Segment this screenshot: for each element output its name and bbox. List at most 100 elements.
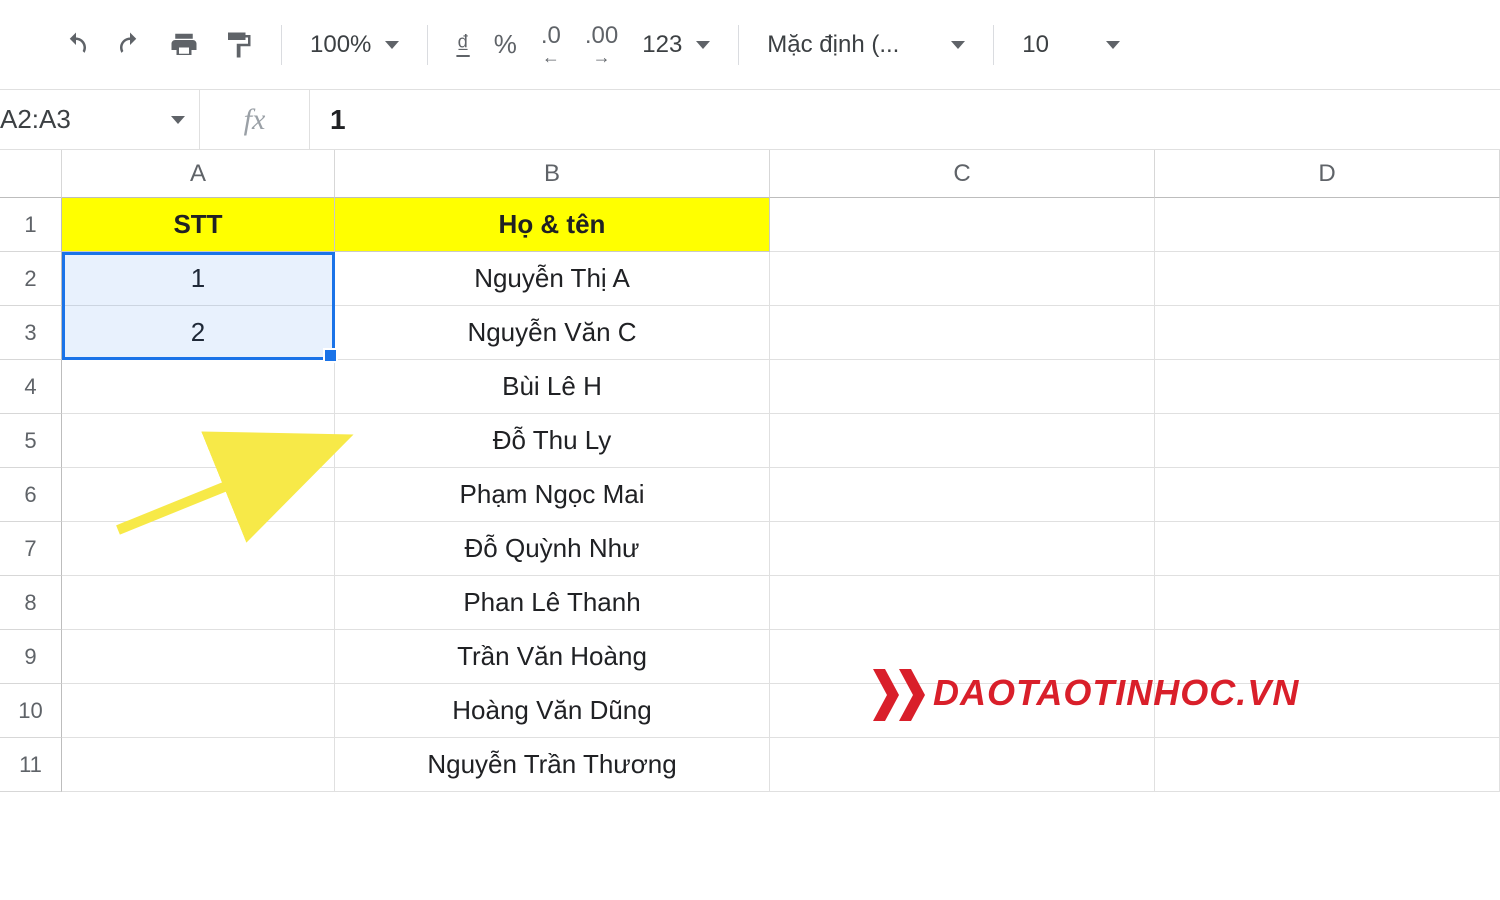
cell-D7[interactable] bbox=[1155, 522, 1500, 576]
cell-C4[interactable] bbox=[770, 360, 1155, 414]
row-header[interactable]: 4 bbox=[0, 360, 62, 414]
cell-A1[interactable]: STT bbox=[62, 198, 335, 252]
cell-C5[interactable] bbox=[770, 414, 1155, 468]
row: 6 Phạm Ngọc Mai bbox=[0, 468, 1500, 522]
cell-A5[interactable] bbox=[62, 414, 335, 468]
column-header-B[interactable]: B bbox=[335, 150, 770, 198]
cell-B10[interactable]: Hoàng Văn Dũng bbox=[335, 684, 770, 738]
row-header[interactable]: 6 bbox=[0, 468, 62, 522]
cell-A2[interactable]: 1 bbox=[62, 252, 335, 306]
cell-C1[interactable] bbox=[770, 198, 1155, 252]
print-icon bbox=[169, 30, 199, 60]
row: 11 Nguyễn Trần Thương bbox=[0, 738, 1500, 792]
toolbar-separator bbox=[738, 25, 739, 65]
cell-C6[interactable] bbox=[770, 468, 1155, 522]
cell-D11[interactable] bbox=[1155, 738, 1500, 792]
cell-A11[interactable] bbox=[62, 738, 335, 792]
more-formats-label: 123 bbox=[642, 31, 682, 59]
zoom-value: 100% bbox=[310, 31, 371, 59]
row-header[interactable]: 9 bbox=[0, 630, 62, 684]
cell-C8[interactable] bbox=[770, 576, 1155, 630]
cell-D8[interactable] bbox=[1155, 576, 1500, 630]
decrease-decimal-button[interactable]: .0 ← bbox=[535, 18, 567, 72]
toolbar-separator bbox=[993, 25, 994, 65]
column-header-C[interactable]: C bbox=[770, 150, 1155, 198]
cell-D3[interactable] bbox=[1155, 306, 1500, 360]
cell-B4[interactable]: Bùi Lê H bbox=[335, 360, 770, 414]
cell-D4[interactable] bbox=[1155, 360, 1500, 414]
cell-A8[interactable] bbox=[62, 576, 335, 630]
cell-C10[interactable] bbox=[770, 684, 1155, 738]
cell-A3[interactable]: 2 bbox=[62, 306, 335, 360]
row: 8 Phan Lê Thanh bbox=[0, 576, 1500, 630]
zoom-dropdown[interactable]: 100% bbox=[304, 31, 405, 59]
cell-B5[interactable]: Đỗ Thu Ly bbox=[335, 414, 770, 468]
cell-B11[interactable]: Nguyễn Trần Thương bbox=[335, 738, 770, 792]
row-header[interactable]: 1 bbox=[0, 198, 62, 252]
cell-A10[interactable] bbox=[62, 684, 335, 738]
chevron-down-icon bbox=[951, 41, 965, 49]
cell-B7[interactable]: Đỗ Quỳnh Như bbox=[335, 522, 770, 576]
cell-D1[interactable] bbox=[1155, 198, 1500, 252]
format-currency-button[interactable]: ₫ bbox=[450, 23, 475, 66]
chevron-down-icon bbox=[171, 116, 185, 124]
chevron-down-icon bbox=[696, 41, 710, 49]
cell-C3[interactable] bbox=[770, 306, 1155, 360]
increase-decimal-button[interactable]: .00 → bbox=[579, 18, 624, 72]
cell-B1[interactable]: Họ & tên bbox=[335, 198, 770, 252]
cell-D9[interactable] bbox=[1155, 630, 1500, 684]
cell-B6[interactable]: Phạm Ngọc Mai bbox=[335, 468, 770, 522]
increase-decimal-icon: .00 → bbox=[585, 24, 618, 66]
cell-D2[interactable] bbox=[1155, 252, 1500, 306]
cell-A7[interactable] bbox=[62, 522, 335, 576]
cell-D6[interactable] bbox=[1155, 468, 1500, 522]
row-header[interactable]: 8 bbox=[0, 576, 62, 630]
row-header[interactable]: 2 bbox=[0, 252, 62, 306]
cell-A9[interactable] bbox=[62, 630, 335, 684]
row: 1 STT Họ & tên bbox=[0, 198, 1500, 252]
column-header-A[interactable]: A bbox=[62, 150, 335, 198]
cell-C7[interactable] bbox=[770, 522, 1155, 576]
name-box[interactable]: A2:A3 bbox=[0, 90, 200, 149]
row: 2 1 Nguyễn Thị A bbox=[0, 252, 1500, 306]
more-formats-dropdown[interactable]: 123 bbox=[636, 31, 716, 59]
redo-button[interactable] bbox=[109, 24, 151, 66]
row: 7 Đỗ Quỳnh Như bbox=[0, 522, 1500, 576]
paint-format-button[interactable] bbox=[217, 24, 259, 66]
formula-bar-row: A2:A3 fx 1 bbox=[0, 90, 1500, 150]
row: 9 Trần Văn Hoàng bbox=[0, 630, 1500, 684]
formula-input[interactable]: 1 bbox=[310, 90, 1500, 149]
name-box-value: A2:A3 bbox=[0, 104, 71, 135]
cell-C11[interactable] bbox=[770, 738, 1155, 792]
column-headers: A B C D bbox=[0, 150, 1500, 198]
currency-icon: ₫ bbox=[456, 29, 469, 60]
percent-icon: % bbox=[494, 29, 517, 60]
format-percent-button[interactable]: % bbox=[488, 23, 523, 66]
row-header[interactable]: 5 bbox=[0, 414, 62, 468]
column-header-D[interactable]: D bbox=[1155, 150, 1500, 198]
toolbar: 100% ₫ % .0 ← .00 → 123 Mặc định (... 10 bbox=[0, 0, 1500, 90]
spreadsheet-grid: A B C D 1 STT Họ & tên 2 1 Nguyễn Thị A … bbox=[0, 150, 1500, 792]
row-header[interactable]: 11 bbox=[0, 738, 62, 792]
cell-A6[interactable] bbox=[62, 468, 335, 522]
cell-B9[interactable]: Trần Văn Hoàng bbox=[335, 630, 770, 684]
cell-D5[interactable] bbox=[1155, 414, 1500, 468]
row-header[interactable]: 3 bbox=[0, 306, 62, 360]
cell-A4[interactable] bbox=[62, 360, 335, 414]
cell-B8[interactable]: Phan Lê Thanh bbox=[335, 576, 770, 630]
cell-C2[interactable] bbox=[770, 252, 1155, 306]
row: 4 Bùi Lê H bbox=[0, 360, 1500, 414]
row-header[interactable]: 10 bbox=[0, 684, 62, 738]
cell-D10[interactable] bbox=[1155, 684, 1500, 738]
cell-B2[interactable]: Nguyễn Thị A bbox=[335, 252, 770, 306]
undo-icon bbox=[61, 30, 91, 60]
select-all-corner[interactable] bbox=[0, 150, 62, 198]
toolbar-separator bbox=[427, 25, 428, 65]
print-button[interactable] bbox=[163, 24, 205, 66]
row-header[interactable]: 7 bbox=[0, 522, 62, 576]
font-size-dropdown[interactable]: 10 bbox=[1016, 31, 1126, 59]
cell-C9[interactable] bbox=[770, 630, 1155, 684]
undo-button[interactable] bbox=[55, 24, 97, 66]
font-family-dropdown[interactable]: Mặc định (... bbox=[761, 31, 971, 59]
cell-B3[interactable]: Nguyễn Văn C bbox=[335, 306, 770, 360]
